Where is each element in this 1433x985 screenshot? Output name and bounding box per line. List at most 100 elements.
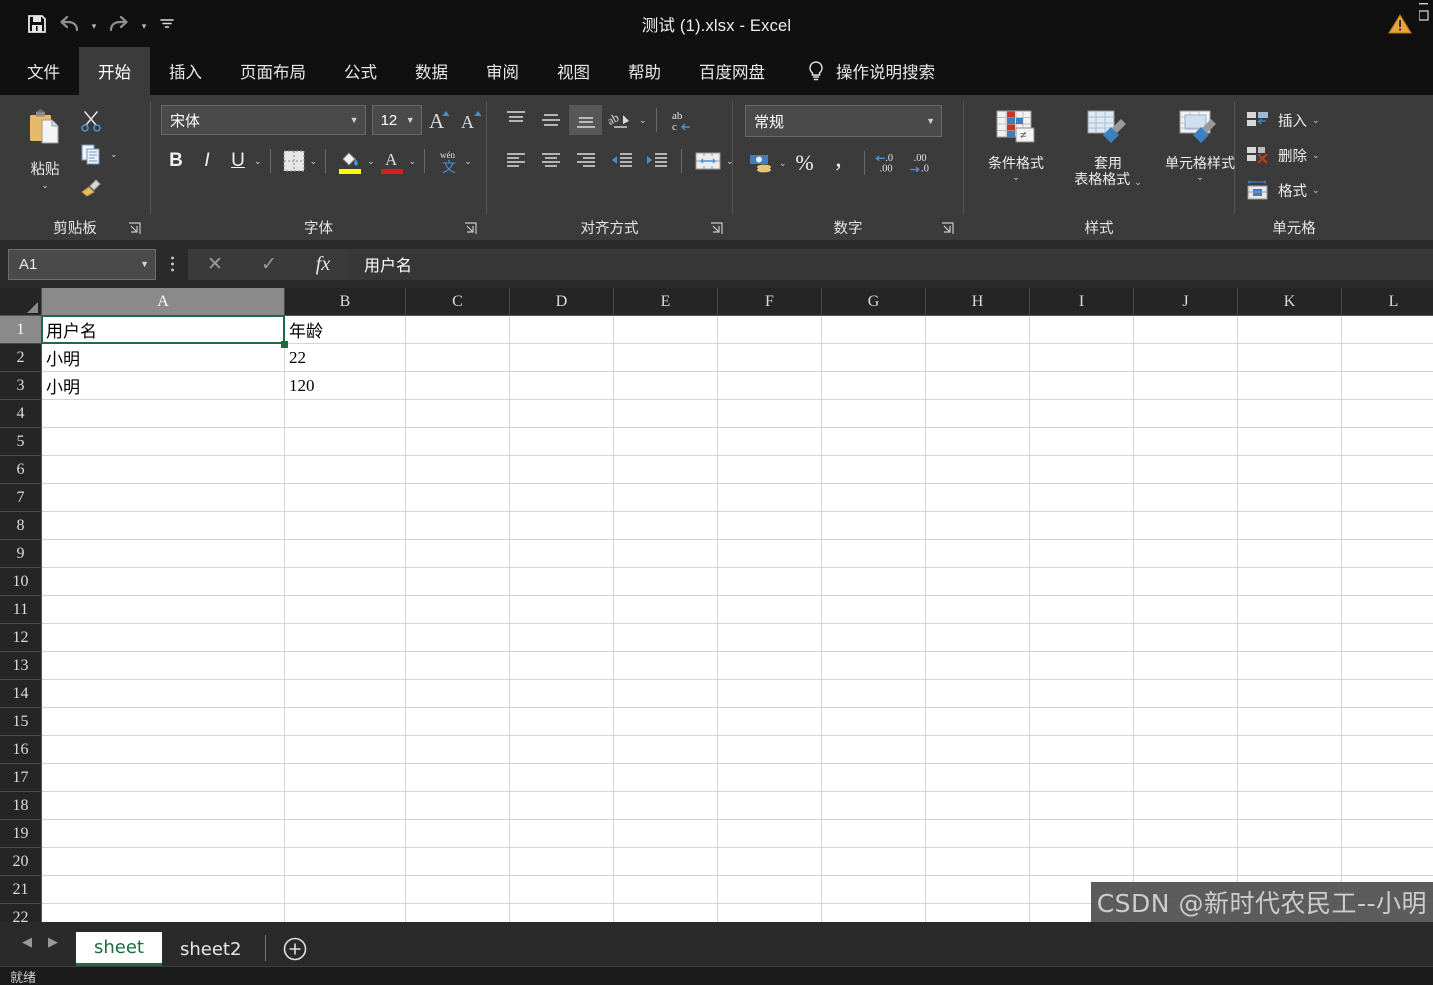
cell-F8[interactable] <box>718 512 822 540</box>
cell-G11[interactable] <box>822 596 926 624</box>
cell-E19[interactable] <box>614 820 718 848</box>
alignment-dialog-launcher[interactable] <box>710 222 724 236</box>
cell-E1[interactable] <box>614 316 718 344</box>
cell-A5[interactable] <box>42 428 285 456</box>
align-right-button[interactable] <box>569 146 602 176</box>
cell-D7[interactable] <box>510 484 614 512</box>
cell-G1[interactable] <box>822 316 926 344</box>
column-header-K[interactable]: K <box>1238 288 1342 316</box>
row-header-8[interactable]: 8 <box>0 512 42 540</box>
cell-K11[interactable] <box>1238 596 1342 624</box>
cell-H18[interactable] <box>926 792 1030 820</box>
cell-K10[interactable] <box>1238 568 1342 596</box>
number-format-dropdown-icon[interactable]: ▼ <box>918 116 935 126</box>
cell-F18[interactable] <box>718 792 822 820</box>
cell-L16[interactable] <box>1342 736 1433 764</box>
cell-L15[interactable] <box>1342 708 1433 736</box>
cell-I20[interactable] <box>1030 848 1134 876</box>
align-top-button[interactable] <box>499 105 532 135</box>
underline-button[interactable]: U <box>223 146 253 176</box>
cell-L17[interactable] <box>1342 764 1433 792</box>
row-header-22[interactable]: 22 <box>0 904 42 922</box>
cell-I8[interactable] <box>1030 512 1134 540</box>
cell-I9[interactable] <box>1030 540 1134 568</box>
cell-J6[interactable] <box>1134 456 1238 484</box>
cell-E10[interactable] <box>614 568 718 596</box>
cell-C13[interactable] <box>406 652 510 680</box>
undo-icon[interactable] <box>54 9 84 39</box>
cell-B17[interactable] <box>285 764 406 792</box>
cell-A11[interactable] <box>42 596 285 624</box>
row-header-5[interactable]: 5 <box>0 428 42 456</box>
cell-G9[interactable] <box>822 540 926 568</box>
cell-L13[interactable] <box>1342 652 1433 680</box>
cell-D19[interactable] <box>510 820 614 848</box>
cell-G13[interactable] <box>822 652 926 680</box>
borders-dropdown-icon[interactable]: ⌄ <box>310 156 318 166</box>
cell-K13[interactable] <box>1238 652 1342 680</box>
redo-icon[interactable] <box>104 9 134 39</box>
cell-L12[interactable] <box>1342 624 1433 652</box>
cell-K18[interactable] <box>1238 792 1342 820</box>
cell-H9[interactable] <box>926 540 1030 568</box>
borders-button[interactable] <box>279 146 309 176</box>
cell-C5[interactable] <box>406 428 510 456</box>
cell-H12[interactable] <box>926 624 1030 652</box>
cell-B9[interactable] <box>285 540 406 568</box>
number-format-select[interactable]: 常规 ▼ <box>745 105 942 137</box>
cell-J2[interactable] <box>1134 344 1238 372</box>
cell-G12[interactable] <box>822 624 926 652</box>
underline-dropdown-icon[interactable]: ⌄ <box>254 156 262 166</box>
column-header-B[interactable]: B <box>285 288 406 316</box>
cell-F22[interactable] <box>718 904 822 922</box>
column-header-C[interactable]: C <box>406 288 510 316</box>
cell-K8[interactable] <box>1238 512 1342 540</box>
format-cells-dropdown-icon[interactable]: ⌄ <box>1312 185 1320 195</box>
cell-H14[interactable] <box>926 680 1030 708</box>
cell-K4[interactable] <box>1238 400 1342 428</box>
cell-C22[interactable] <box>406 904 510 922</box>
cell-D6[interactable] <box>510 456 614 484</box>
cell-I12[interactable] <box>1030 624 1134 652</box>
row-header-6[interactable]: 6 <box>0 456 42 484</box>
row-header-4[interactable]: 4 <box>0 400 42 428</box>
cell-B1[interactable]: 年龄 <box>285 316 406 344</box>
cell-K7[interactable] <box>1238 484 1342 512</box>
cell-E15[interactable] <box>614 708 718 736</box>
cell-E7[interactable] <box>614 484 718 512</box>
cell-L18[interactable] <box>1342 792 1433 820</box>
cell-B10[interactable] <box>285 568 406 596</box>
cell-I19[interactable] <box>1030 820 1134 848</box>
tab-help[interactable]: 帮助 <box>609 47 680 95</box>
cell-H20[interactable] <box>926 848 1030 876</box>
cell-C9[interactable] <box>406 540 510 568</box>
cell-L10[interactable] <box>1342 568 1433 596</box>
cell-G7[interactable] <box>822 484 926 512</box>
cell-F11[interactable] <box>718 596 822 624</box>
fill-color-button[interactable] <box>334 146 366 176</box>
align-left-button[interactable] <box>499 146 532 176</box>
cell-L1[interactable] <box>1342 316 1433 344</box>
cell-D13[interactable] <box>510 652 614 680</box>
tab-home[interactable]: 开始 <box>79 47 150 95</box>
align-middle-button[interactable] <box>534 105 567 135</box>
row-header-16[interactable]: 16 <box>0 736 42 764</box>
cell-G8[interactable] <box>822 512 926 540</box>
font-color-dropdown-icon[interactable]: ⌄ <box>409 156 417 166</box>
cell-L20[interactable] <box>1342 848 1433 876</box>
cell-H10[interactable] <box>926 568 1030 596</box>
cell-L8[interactable] <box>1342 512 1433 540</box>
cell-E11[interactable] <box>614 596 718 624</box>
accounting-dropdown-icon[interactable]: ⌄ <box>779 158 787 168</box>
cell-B18[interactable] <box>285 792 406 820</box>
cell-A19[interactable] <box>42 820 285 848</box>
cell-G16[interactable] <box>822 736 926 764</box>
cell-A14[interactable] <box>42 680 285 708</box>
cell-A6[interactable] <box>42 456 285 484</box>
cell-I16[interactable] <box>1030 736 1134 764</box>
cell-E17[interactable] <box>614 764 718 792</box>
font-name-dropdown-icon[interactable]: ▼ <box>342 115 359 125</box>
tab-baidu-netdisk[interactable]: 百度网盘 <box>680 47 784 95</box>
cell-G20[interactable] <box>822 848 926 876</box>
cell-L14[interactable] <box>1342 680 1433 708</box>
